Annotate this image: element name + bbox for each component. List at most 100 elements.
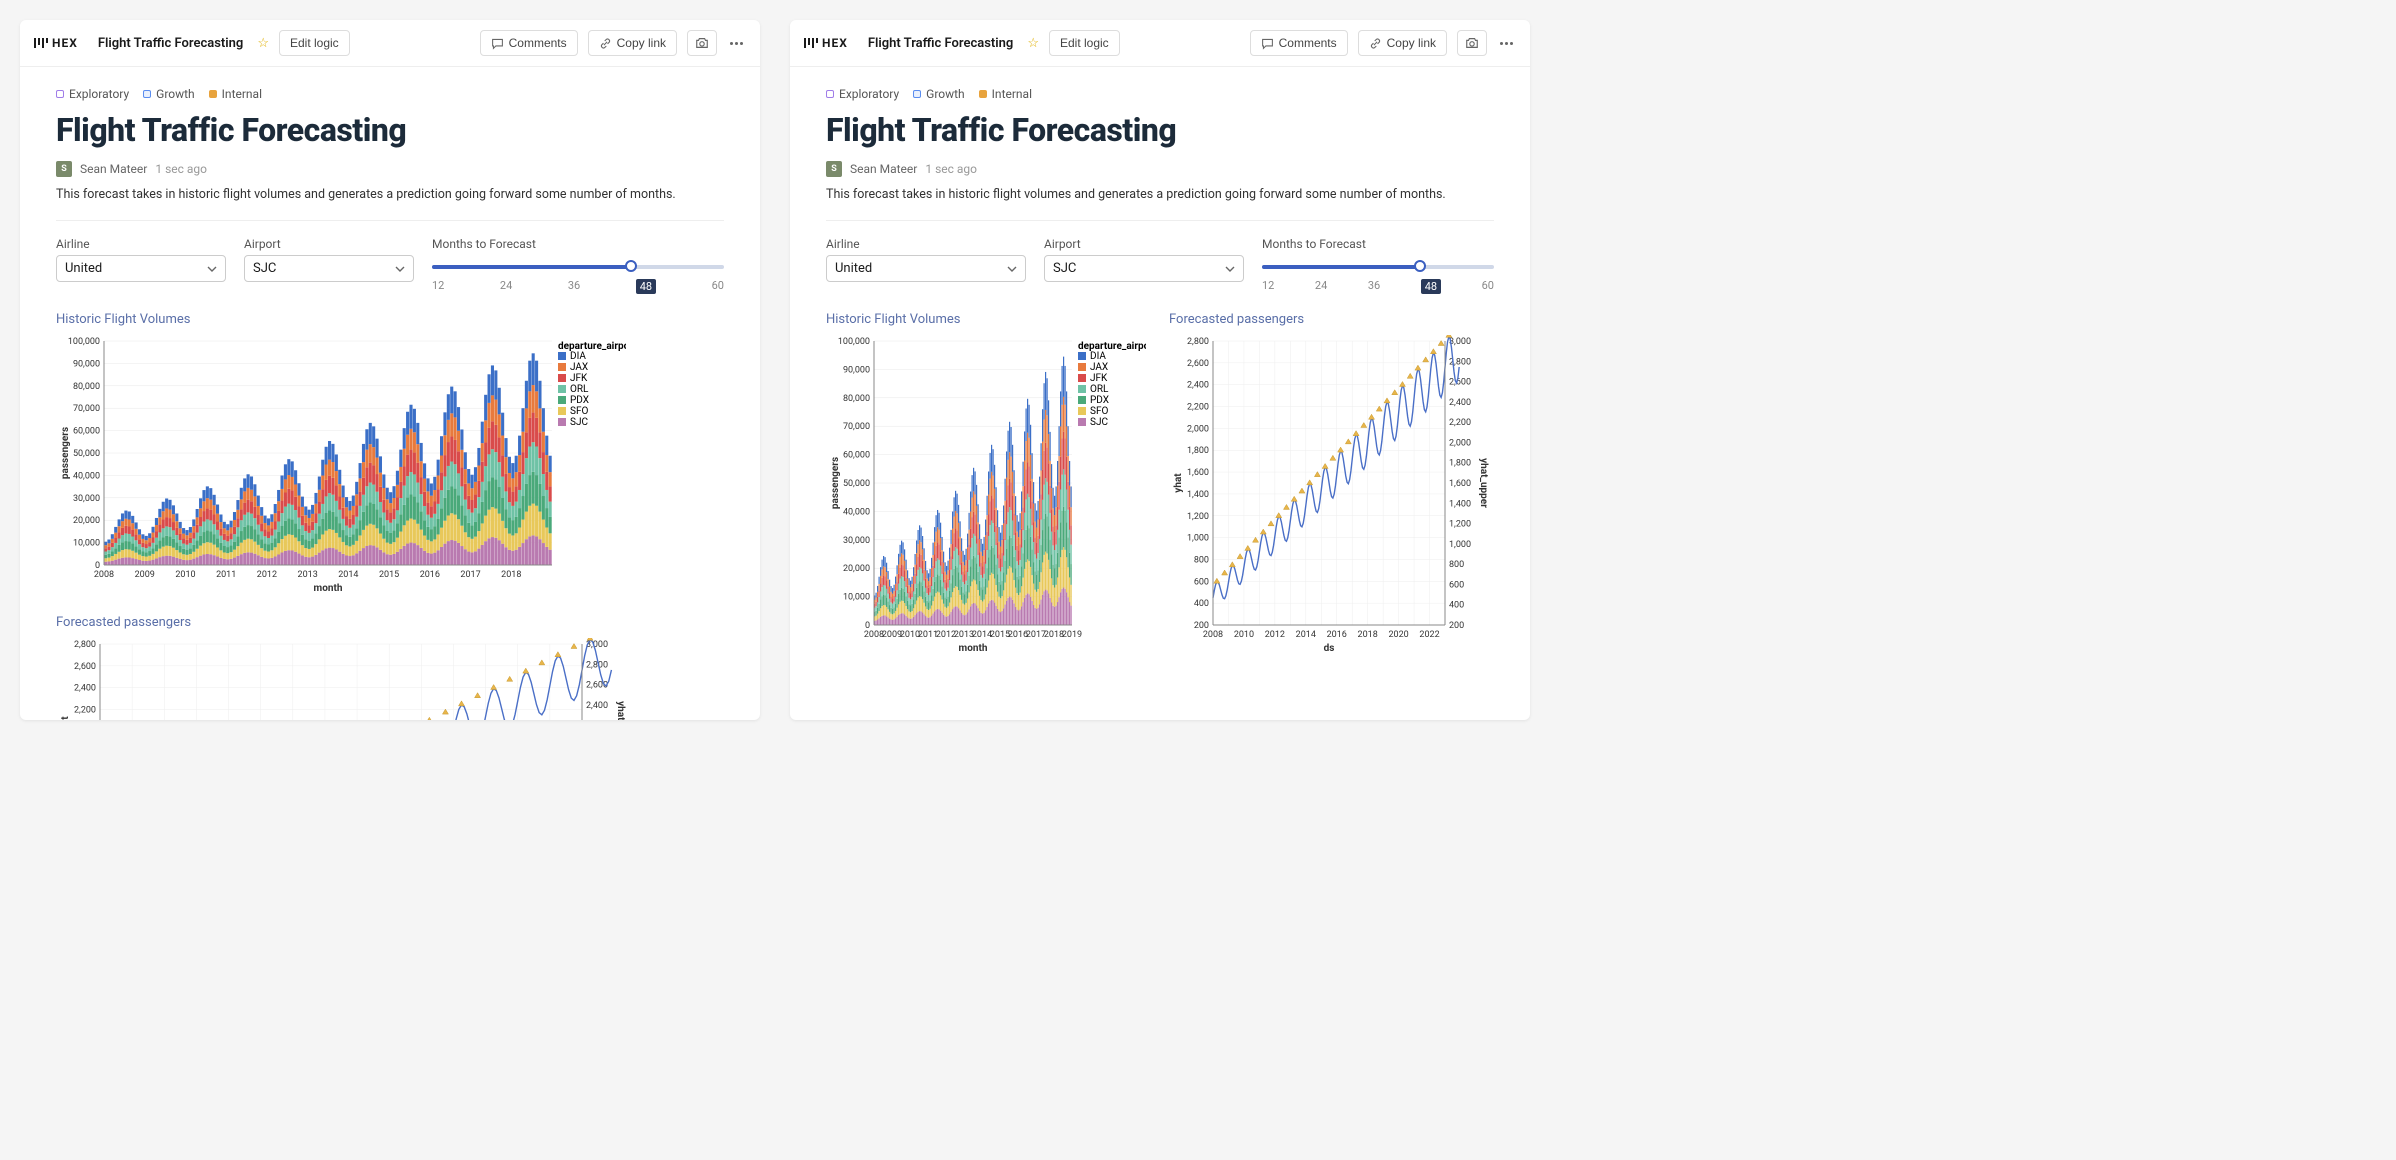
more-menu[interactable]: [1497, 37, 1516, 50]
logo-icon: [34, 38, 48, 48]
tag-exploratory[interactable]: Exploratory: [56, 87, 129, 101]
avatar[interactable]: S: [826, 161, 842, 177]
svg-text:departure_airport: departure_airport: [558, 341, 626, 352]
svg-text:2010: 2010: [175, 570, 195, 580]
airline-select[interactable]: United: [826, 255, 1026, 282]
logo[interactable]: HEX: [804, 36, 848, 50]
svg-text:2012: 2012: [1265, 630, 1285, 640]
avatar[interactable]: S: [56, 161, 72, 177]
historic-chart-small: 010,00020,00030,00040,00050,00060,00070,…: [826, 335, 1146, 655]
logo[interactable]: HEX: [34, 36, 78, 50]
svg-text:SFO: SFO: [1090, 406, 1108, 417]
star-icon[interactable]: ☆: [1027, 36, 1039, 51]
svg-text:1,400: 1,400: [1187, 490, 1209, 500]
svg-text:JFK: JFK: [1090, 373, 1108, 384]
slider-ticks: 12 24 36 48 60: [432, 279, 724, 294]
tag-row: Exploratory Growth Internal: [826, 87, 1494, 101]
svg-text:2017: 2017: [460, 570, 480, 580]
airline-control: Airline United: [826, 237, 1026, 294]
svg-text:DIA: DIA: [570, 351, 586, 362]
svg-text:1,200: 1,200: [1187, 512, 1209, 522]
svg-text:yhat_upper: yhat_upper: [1478, 458, 1489, 508]
more-menu[interactable]: [727, 37, 746, 50]
svg-text:10,000: 10,000: [73, 539, 100, 549]
svg-text:30,000: 30,000: [843, 536, 870, 546]
svg-text:2,800: 2,800: [586, 660, 608, 670]
tag-exploratory[interactable]: Exploratory: [826, 87, 899, 101]
forecast-chart: 2004006008001,0001,2001,4001,6001,8002,0…: [56, 638, 626, 720]
svg-text:2018: 2018: [1358, 630, 1378, 640]
comments-button[interactable]: Comments: [1250, 30, 1348, 56]
tag-growth[interactable]: Growth: [143, 87, 195, 101]
svg-text:2018: 2018: [501, 570, 521, 580]
svg-text:100,000: 100,000: [838, 337, 870, 347]
historic-chart-title: Historic Flight Volumes: [826, 312, 1151, 327]
svg-text:PDX: PDX: [570, 395, 589, 406]
comments-button[interactable]: Comments: [480, 30, 578, 56]
months-slider[interactable]: [432, 265, 724, 269]
project-title[interactable]: Flight Traffic Forecasting: [868, 36, 1013, 51]
star-icon[interactable]: ☆: [257, 36, 269, 51]
svg-text:2011: 2011: [216, 570, 236, 580]
svg-text:1,000: 1,000: [1187, 534, 1209, 544]
app-panel-left: HEX Flight Traffic Forecasting ☆ Edit lo…: [20, 20, 760, 720]
svg-text:2014: 2014: [1296, 630, 1316, 640]
svg-text:2019: 2019: [1062, 630, 1082, 640]
svg-text:3,000: 3,000: [1449, 337, 1471, 347]
forecast-chart-title: Forecasted passengers: [1169, 312, 1494, 327]
svg-text:800: 800: [1449, 560, 1464, 570]
svg-text:passengers: passengers: [830, 457, 841, 509]
svg-text:70,000: 70,000: [843, 422, 870, 432]
svg-text:ORL: ORL: [1090, 384, 1109, 395]
svg-text:SFO: SFO: [570, 406, 588, 417]
svg-text:SJC: SJC: [1090, 417, 1108, 428]
tag-internal[interactable]: Internal: [979, 87, 1032, 101]
svg-text:2,200: 2,200: [74, 706, 96, 716]
svg-text:80,000: 80,000: [843, 394, 870, 404]
historic-chart-block: Historic Flight Volumes 010,00020,00030,…: [56, 312, 724, 595]
topbar: HEX Flight Traffic Forecasting ☆ Edit lo…: [790, 20, 1530, 67]
camera-button[interactable]: [1457, 30, 1487, 56]
svg-text:month: month: [314, 583, 343, 594]
months-slider-control: Months to Forecast 12 24 36 48 60: [432, 237, 724, 294]
svg-text:400: 400: [1449, 601, 1464, 611]
edit-logic-button[interactable]: Edit logic: [279, 30, 350, 56]
svg-text:DIA: DIA: [1090, 351, 1106, 362]
logo-text: HEX: [822, 36, 848, 50]
svg-text:2008: 2008: [94, 570, 114, 580]
tag-growth[interactable]: Growth: [913, 87, 965, 101]
tag-internal[interactable]: Internal: [209, 87, 262, 101]
svg-text:2016: 2016: [1327, 630, 1347, 640]
chevron-down-icon: [395, 264, 405, 274]
svg-text:30,000: 30,000: [73, 494, 100, 504]
airport-select[interactable]: SJC: [244, 255, 414, 282]
svg-text:JAX: JAX: [570, 362, 588, 373]
svg-text:2016: 2016: [420, 570, 440, 580]
copy-link-button[interactable]: Copy link: [588, 30, 677, 56]
historic-chart-title: Historic Flight Volumes: [56, 312, 724, 327]
author-name[interactable]: Sean Mateer: [80, 162, 147, 176]
airline-select[interactable]: United: [56, 255, 226, 282]
svg-text:1,000: 1,000: [1449, 540, 1471, 550]
forecast-chart-small: 2004006008001,0001,2001,4001,6001,8002,0…: [1169, 335, 1489, 655]
edit-logic-button[interactable]: Edit logic: [1049, 30, 1120, 56]
project-title[interactable]: Flight Traffic Forecasting: [98, 36, 243, 51]
airline-label: Airline: [826, 237, 1026, 251]
svg-text:2010: 2010: [1234, 630, 1254, 640]
months-slider-control: Months to Forecast 12 24 36 48 60: [1262, 237, 1494, 294]
airport-select[interactable]: SJC: [1044, 255, 1244, 282]
svg-text:50,000: 50,000: [73, 449, 100, 459]
svg-text:2020: 2020: [1388, 630, 1408, 640]
svg-text:2,800: 2,800: [1187, 337, 1209, 347]
svg-text:month: month: [959, 643, 988, 654]
comment-icon: [1261, 37, 1274, 50]
page-body: Exploratory Growth Internal Flight Traff…: [790, 67, 1530, 695]
months-slider[interactable]: [1262, 265, 1494, 269]
copy-link-button[interactable]: Copy link: [1358, 30, 1447, 56]
camera-button[interactable]: [687, 30, 717, 56]
svg-text:1,600: 1,600: [1449, 479, 1471, 489]
forecast-chart-block: Forecasted passengers 2004006008001,0001…: [1169, 312, 1494, 655]
svg-text:2,600: 2,600: [74, 662, 96, 672]
author-name[interactable]: Sean Mateer: [850, 162, 917, 176]
airport-label: Airport: [244, 237, 414, 251]
